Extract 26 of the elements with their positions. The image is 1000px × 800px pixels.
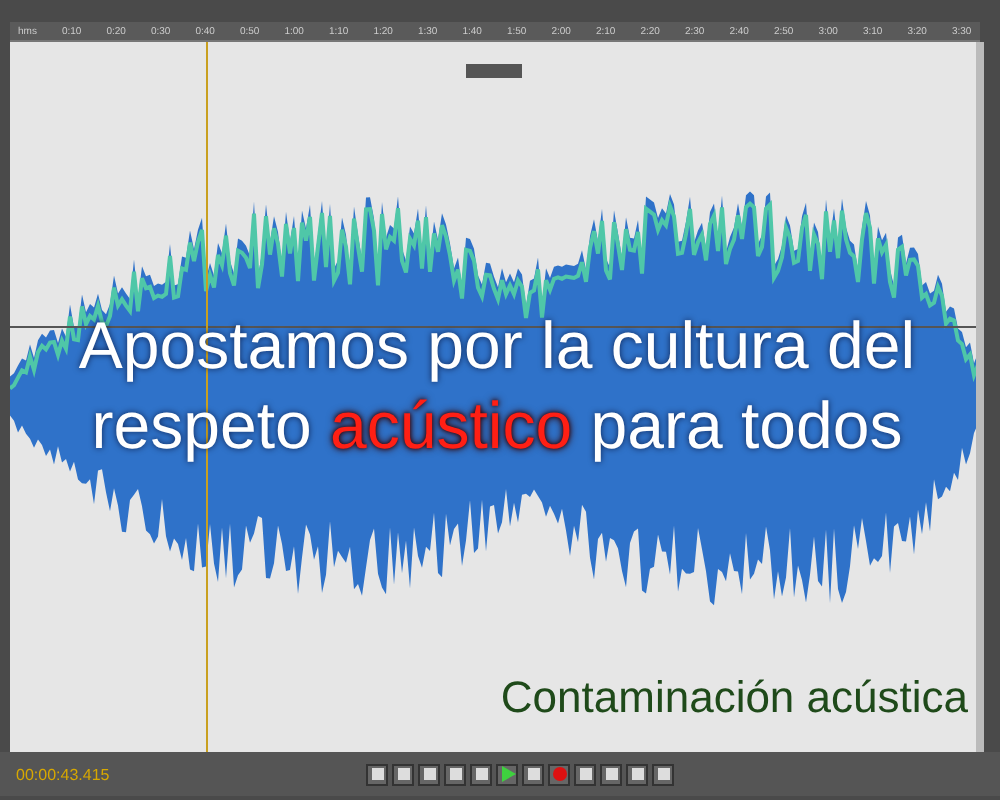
zoom-in-button[interactable] bbox=[366, 763, 388, 785]
zoom-button[interactable] bbox=[652, 763, 674, 785]
time-display: 00:00:43.415 bbox=[16, 765, 112, 783]
caption-text: Contaminación acústica bbox=[500, 672, 968, 724]
zoom-out-button[interactable] bbox=[392, 763, 414, 785]
zoom-button[interactable] bbox=[626, 763, 648, 785]
marker-button[interactable] bbox=[444, 763, 466, 785]
square-icon bbox=[473, 766, 489, 782]
loop-button[interactable] bbox=[522, 763, 544, 785]
record-icon bbox=[551, 766, 567, 782]
square-icon bbox=[421, 766, 437, 782]
square-icon bbox=[395, 766, 411, 782]
square-icon bbox=[577, 766, 593, 782]
scrollbar[interactable] bbox=[976, 42, 984, 752]
square-icon bbox=[447, 766, 463, 782]
square-icon bbox=[655, 766, 671, 782]
marker-button[interactable] bbox=[418, 763, 440, 785]
stop-button[interactable] bbox=[470, 763, 492, 785]
play-button[interactable] bbox=[496, 763, 518, 785]
square-icon bbox=[603, 766, 619, 782]
skip-back-button[interactable] bbox=[574, 763, 596, 785]
play-icon bbox=[499, 766, 515, 782]
square-icon bbox=[629, 766, 645, 782]
square-icon bbox=[369, 766, 385, 782]
square-icon bbox=[525, 766, 541, 782]
skip-forward-button[interactable] bbox=[600, 763, 622, 785]
